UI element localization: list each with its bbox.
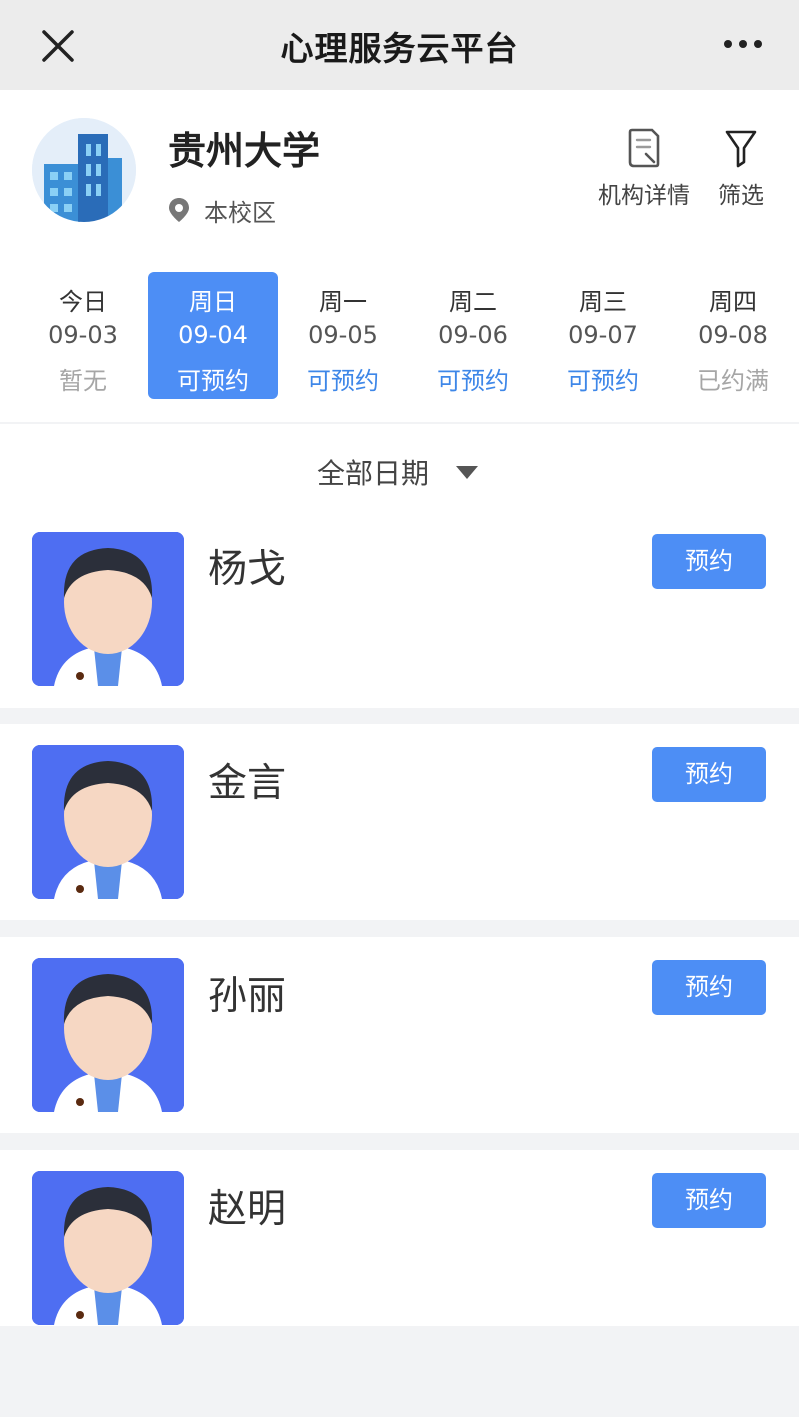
document-icon [628,128,660,168]
counselor-card: 金言 预约 [0,724,799,920]
date-tab-1[interactable]: 周日 09-04 可预约 [148,272,278,399]
org-detail-button[interactable]: 机构详情 [598,126,690,210]
date-tab-3[interactable]: 周二 09-06 可预约 [408,272,538,399]
book-button[interactable]: 预约 [652,1173,766,1228]
book-button[interactable]: 预约 [652,747,766,802]
org-detail-label: 机构详情 [598,183,690,209]
counselor-name: 金言 [208,761,287,806]
org-logo [32,118,136,222]
page-title: 心理服务云平台 [280,29,519,68]
book-button[interactable]: 预约 [652,534,766,589]
date-tab-status: 可预约 [437,367,509,395]
date-tab-date: 09-08 [698,321,768,349]
location-label: 本校区 [204,198,276,227]
counselor-name: 杨戈 [208,547,287,592]
filter-button[interactable]: 筛选 [718,126,764,210]
date-tab-weekday: 周四 [709,288,757,316]
date-tab-weekday: 周二 [449,288,497,316]
date-tab-status: 可预约 [177,367,249,395]
date-tab-4[interactable]: 周三 09-07 可预约 [538,272,668,399]
date-tab-status: 可预约 [307,367,379,395]
counselor-name: 赵明 [208,1187,287,1232]
avatar [32,958,184,1112]
date-tab-weekday: 今日 [59,288,107,316]
counselor-card: 杨戈 预约 [0,520,799,708]
date-filter-dropdown[interactable]: 全部日期 [0,424,799,520]
filter-funnel-icon [725,130,757,168]
date-tab-5[interactable]: 周四 09-08 已约满 [668,272,798,399]
org-name: 贵州大学 [168,129,321,173]
date-tab-status: 已约满 [697,367,769,395]
date-tab-date: 09-04 [178,321,248,349]
counselor-name: 孙丽 [208,974,287,1019]
date-tab-weekday: 周三 [579,288,627,316]
avatar [32,745,184,899]
top-nav-bar: 心理服务云平台 [0,0,799,90]
date-tab-status: 暂无 [59,367,107,395]
counselor-card: 赵明 预约 [0,1150,799,1326]
avatar [32,532,184,686]
date-tab-date: 09-05 [308,321,378,349]
date-tab-weekday: 周一 [319,288,367,316]
date-tab-2[interactable]: 周一 09-05 可预约 [278,272,408,399]
date-tab-date: 09-07 [568,321,638,349]
date-tab-weekday: 周日 [189,288,237,316]
date-tab-date: 09-03 [48,321,118,349]
book-button[interactable]: 预约 [652,960,766,1015]
location-pin-icon [169,198,189,222]
org-header: 贵州大学 本校区 机构详情 筛选 今日 09-03 暂无 周日 09-04 可预… [0,90,799,422]
date-filter-label: 全部日期 [317,457,430,490]
caret-down-icon [456,466,478,479]
org-location: 本校区 [168,194,276,227]
date-tabs: 今日 09-03 暂无 周日 09-04 可预约 周一 09-05 可预约 周二… [18,272,781,400]
date-tab-0[interactable]: 今日 09-03 暂无 [18,272,148,399]
counselor-card: 孙丽 预约 [0,937,799,1133]
filter-label: 筛选 [718,183,764,209]
date-tab-date: 09-06 [438,321,508,349]
date-tab-status: 可预约 [567,367,639,395]
more-dots-icon[interactable] [723,36,763,52]
avatar [32,1171,184,1325]
